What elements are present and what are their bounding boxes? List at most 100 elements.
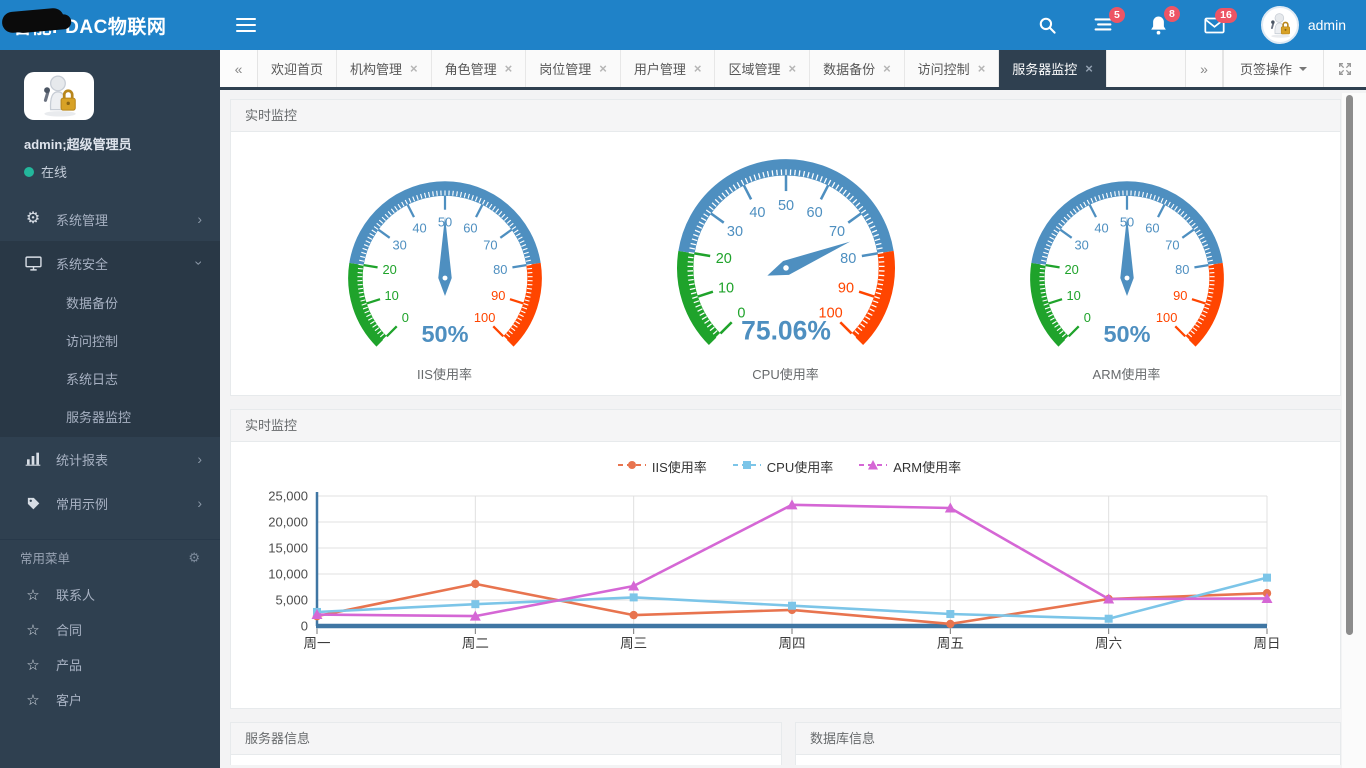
alerts-badge: 8 xyxy=(1164,6,1180,22)
tab-label: 角色管理 xyxy=(444,62,497,77)
tab-role-management[interactable]: 角色管理 × xyxy=(431,50,527,87)
tasks-icon[interactable]: 5 xyxy=(1093,7,1125,34)
star-icon: ☆ xyxy=(26,621,40,639)
svg-text:90: 90 xyxy=(837,280,853,296)
chevron-right-icon: › xyxy=(197,451,202,467)
tab-access-control[interactable]: 访问控制 × xyxy=(904,50,1000,87)
svg-text:100: 100 xyxy=(473,310,494,325)
sidebar-subitem-data-backup[interactable]: 数据备份 xyxy=(0,285,220,323)
close-icon[interactable]: × xyxy=(788,62,796,75)
hamburger-menu-icon[interactable] xyxy=(236,14,256,36)
profile-avatar[interactable] xyxy=(24,72,94,120)
tab-region-management[interactable]: 区域管理 × xyxy=(715,50,811,87)
fav-menu-header: 常用菜单 ⚙ xyxy=(0,539,220,577)
legend-label: CPU使用率 xyxy=(766,459,834,475)
online-status: 在线 xyxy=(24,162,220,181)
bottom-row: 服务器信息 数据库信息 xyxy=(230,722,1366,765)
sidebar: admin;超级管理员 在线 ⚙ 系统管理 › 系统安全 › 数据备份 访问控制 系统日志 服务… xyxy=(0,50,220,768)
close-icon[interactable]: × xyxy=(410,62,418,75)
sidebar-subitem-server-monitor[interactable]: 服务器监控 xyxy=(0,399,220,437)
mail-icon[interactable]: 16 xyxy=(1204,7,1237,34)
close-icon[interactable]: × xyxy=(505,62,513,75)
close-icon[interactable]: × xyxy=(978,62,986,75)
fav-item-contacts[interactable]: ☆ 联系人 xyxy=(0,577,220,612)
line-chart: 0 5,000 10,000 15,000 20,000 25,000 周一 周二 周三 周四 周五… xyxy=(239,486,1340,663)
content: 实时监控 010203040506070809010050%IIS使用率0102… xyxy=(220,90,1366,765)
legend-square-marker xyxy=(732,459,761,474)
chevron-down-icon: › xyxy=(191,260,208,266)
svg-text:70: 70 xyxy=(1165,237,1179,252)
svg-text:60: 60 xyxy=(806,205,822,221)
panel-title: 数据库信息 xyxy=(796,723,1340,755)
sidebar-item-system-security[interactable]: 系统安全 › xyxy=(0,241,220,285)
svg-text:40: 40 xyxy=(1094,220,1108,235)
sidebar-item-statistics-reports[interactable]: 统计报表 › xyxy=(0,437,220,481)
legend-item-ARM使用率[interactable]: ARM使用率 xyxy=(859,457,961,476)
tab-post-management[interactable]: 岗位管理 × xyxy=(526,50,621,87)
gear-icon[interactable]: ⚙ xyxy=(188,550,200,566)
profile-section: admin;超级管理员 在线 xyxy=(0,50,220,185)
legend-item-CPU使用率[interactable]: CPU使用率 xyxy=(732,457,834,476)
fav-item-products[interactable]: ☆ 产品 xyxy=(0,647,220,682)
fav-item-customers[interactable]: ☆ 客户 xyxy=(0,682,220,717)
bar-chart-icon xyxy=(20,452,46,466)
svg-text:40: 40 xyxy=(412,220,426,235)
legend-triangle-marker xyxy=(859,459,888,474)
scrollbar-thumb[interactable] xyxy=(1346,95,1353,635)
tabs-scroll-left-button[interactable]: « xyxy=(220,50,258,87)
realtime-chart-panel: 实时监控 IIS使用率 CPU使用率 ARM使用率 0 5,000 10,000 15,0… xyxy=(230,409,1341,709)
bell-icon[interactable]: 8 xyxy=(1149,6,1180,35)
sidebar-group-system-management: ⚙ 系统管理 › xyxy=(0,197,220,241)
fav-item-label: 客户 xyxy=(56,693,83,708)
chevron-down-icon xyxy=(1299,66,1307,75)
user-menu[interactable]: admin xyxy=(1260,6,1346,44)
tab-label: 用户管理 xyxy=(633,62,686,77)
fav-item-label: 产品 xyxy=(56,658,83,673)
svg-text:30: 30 xyxy=(1074,237,1088,252)
tab-server-monitor[interactable]: 服务器监控 × xyxy=(999,50,1107,87)
close-icon[interactable]: × xyxy=(883,62,891,75)
sidebar-subitem-access-control[interactable]: 访问控制 xyxy=(0,323,220,361)
svg-text:90: 90 xyxy=(491,287,505,302)
fullscreen-toggle-button[interactable] xyxy=(1324,50,1366,87)
brand-logo: 智能PDAC物联网 xyxy=(0,6,220,39)
tabs-scroll-right-button[interactable]: » xyxy=(1184,50,1223,87)
expand-arrows-icon xyxy=(1339,62,1351,75)
svg-text:10: 10 xyxy=(1066,287,1080,302)
search-icon[interactable] xyxy=(1038,16,1057,35)
tab-data-backup[interactable]: 数据备份 × xyxy=(810,50,905,87)
panel-title: 服务器信息 xyxy=(231,723,781,755)
sidebar-item-label: 系统安全 xyxy=(56,256,109,272)
tab-label: 数据备份 xyxy=(823,62,876,77)
svg-text:30: 30 xyxy=(392,237,406,252)
tab-label: 区域管理 xyxy=(728,62,781,77)
svg-text:15,000: 15,000 xyxy=(268,541,308,556)
sidebar-subitem-system-logs[interactable]: 系统日志 xyxy=(0,361,220,399)
svg-text:周五: 周五 xyxy=(937,636,964,651)
svg-text:周二: 周二 xyxy=(462,636,489,651)
tab-org-management[interactable]: 机构管理 × xyxy=(337,50,432,87)
close-icon[interactable]: × xyxy=(599,62,607,75)
close-icon[interactable]: × xyxy=(1085,62,1093,75)
svg-text:25,000: 25,000 xyxy=(268,489,308,504)
avatar xyxy=(1260,6,1299,44)
sidebar-item-common-examples[interactable]: 常用示例 › xyxy=(0,481,220,525)
svg-text:5,000: 5,000 xyxy=(275,593,308,608)
svg-text:50: 50 xyxy=(777,198,793,214)
chevron-right-icon: › xyxy=(197,495,202,511)
svg-text:70: 70 xyxy=(828,224,844,240)
fav-menu-title: 常用菜单 xyxy=(20,552,71,566)
star-icon: ☆ xyxy=(26,656,40,674)
close-icon[interactable]: × xyxy=(694,62,702,75)
svg-text:周一: 周一 xyxy=(304,636,331,651)
legend-item-IIS使用率[interactable]: IIS使用率 xyxy=(617,457,707,476)
sidebar-item-system-management[interactable]: ⚙ 系统管理 › xyxy=(0,197,220,241)
tab-operations-dropdown[interactable]: 页签操作 xyxy=(1222,50,1324,87)
tab-user-management[interactable]: 用户管理 × xyxy=(620,50,716,87)
chart-body: IIS使用率 CPU使用率 ARM使用率 0 5,000 10,000 15,000 20,… xyxy=(231,442,1340,708)
tabbar: « 欢迎首页 机构管理 × 角色管理 × 岗位管理 × 用户管理 × 区域管理 × 数据备份 × 访问控制… xyxy=(220,50,1366,90)
tab-welcome-home[interactable]: 欢迎首页 xyxy=(258,50,338,87)
fav-item-contracts[interactable]: ☆ 合同 xyxy=(0,612,220,647)
tab-label: 欢迎首页 xyxy=(271,62,324,77)
svg-text:周四: 周四 xyxy=(779,636,806,651)
